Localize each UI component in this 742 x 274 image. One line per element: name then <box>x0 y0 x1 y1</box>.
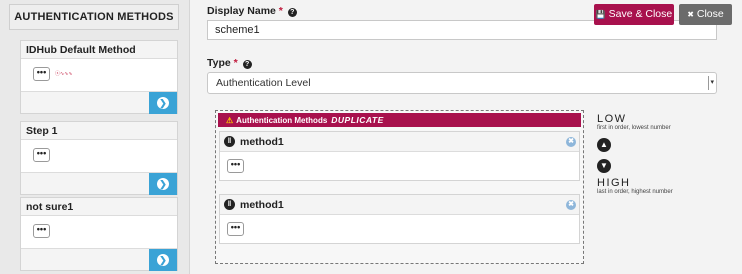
warning-icon: ⚠ <box>226 116 234 125</box>
save-close-label: Save & Close <box>608 8 673 20</box>
svg-text:ⓢ∿∿∿: ⓢ∿∿∿ <box>55 70 73 76</box>
selected-method-card[interactable]: ‖ method1 ✖ ••• <box>219 131 580 181</box>
more-options-button[interactable]: ••• <box>33 67 50 81</box>
type-select[interactable]: Authentication Level ▾ <box>207 72 717 94</box>
chevron-right-icon: ❯ <box>157 97 169 109</box>
method-card-idhub-default[interactable]: IDHub Default Method ••• ⓢ∿∿∿ ❯ <box>20 40 178 114</box>
duplicate-flag: DUPLICATE <box>331 115 384 125</box>
chevron-up-icon: ▲ <box>600 140 608 149</box>
method-card-step-1[interactable]: Step 1 ••• ❯ <box>20 121 178 195</box>
required-marker: * <box>278 5 283 17</box>
move-up-button[interactable]: ▲ <box>597 138 611 152</box>
selected-method-name: method1 <box>240 136 284 148</box>
selected-method-card[interactable]: ‖ method1 ✖ ••• <box>219 194 580 244</box>
selected-methods-dropzone[interactable]: ⚠ Authentication Methods DUPLICATE ‖ metho… <box>215 110 584 264</box>
required-marker: * <box>233 57 238 69</box>
help-icon[interactable]: ? <box>242 60 252 69</box>
method-card-footer: ❯ <box>21 172 177 195</box>
add-method-button[interactable]: ❯ <box>149 173 177 195</box>
more-options-button[interactable]: ••• <box>33 224 50 238</box>
method-card-title: Step 1 <box>21 122 177 140</box>
close-icon: ✖ <box>687 10 694 19</box>
chevron-down-icon: ▾ <box>708 76 714 90</box>
method-card-footer: ❯ <box>21 91 177 114</box>
duplicate-warning-banner: ⚠ Authentication Methods DUPLICATE <box>218 113 581 127</box>
method-logo-icon: ⓢ∿∿∿ <box>55 70 73 76</box>
close-button[interactable]: ✖ Close <box>679 4 732 25</box>
type-select-value: Authentication Level <box>216 77 311 89</box>
display-name-label: Display Name * ? <box>207 5 297 17</box>
method-card-body: ••• <box>21 140 177 172</box>
sidebar-title: AUTHENTICATION METHODS <box>9 4 179 30</box>
method-card-not-sure1[interactable]: not sure1 ••• ❯ <box>20 197 178 271</box>
more-options-button[interactable]: ••• <box>227 222 244 236</box>
remove-icon[interactable]: ✖ <box>566 137 576 147</box>
order-high-label: HIGH <box>597 177 631 189</box>
selected-method-body: ••• <box>220 152 579 180</box>
method-card-title: IDHub Default Method <box>21 41 177 59</box>
method-card-footer: ❯ <box>21 248 177 271</box>
order-low-hint: first in order, lowest number <box>597 125 671 131</box>
type-label-text: Type <box>207 57 231 69</box>
chevron-right-icon: ❯ <box>157 254 169 266</box>
chevron-down-icon: ▼ <box>600 161 608 170</box>
display-name-label-text: Display Name <box>207 5 276 17</box>
help-icon[interactable]: ? <box>287 8 297 17</box>
more-options-button[interactable]: ••• <box>227 159 244 173</box>
methods-sidebar: AUTHENTICATION METHODS IDHub Default Met… <box>0 0 190 274</box>
type-label: Type * ? <box>207 57 252 69</box>
drag-handle-icon[interactable]: ‖ <box>224 136 235 147</box>
remove-icon[interactable]: ✖ <box>566 200 576 210</box>
save-icon: 💾 <box>595 10 606 19</box>
order-high-hint: last in order, highest number <box>597 189 673 195</box>
save-close-button[interactable]: 💾 Save & Close <box>594 4 674 25</box>
method-card-body: ••• ⓢ∿∿∿ <box>21 59 177 91</box>
selected-method-body: ••• <box>220 215 579 243</box>
selected-method-header: ‖ method1 ✖ <box>220 195 579 215</box>
method-card-body: ••• <box>21 216 177 248</box>
banner-text: Authentication Methods <box>236 116 328 125</box>
more-options-button[interactable]: ••• <box>33 148 50 162</box>
method-card-title: not sure1 <box>21 198 177 216</box>
add-method-button[interactable]: ❯ <box>149 249 177 271</box>
close-label: Close <box>696 8 724 20</box>
selected-method-header: ‖ method1 ✖ <box>220 132 579 152</box>
order-low-label: LOW <box>597 113 627 125</box>
selected-method-name: method1 <box>240 199 284 211</box>
drag-handle-icon[interactable]: ‖ <box>224 199 235 210</box>
add-method-button[interactable]: ❯ <box>149 92 177 114</box>
move-down-button[interactable]: ▼ <box>597 159 611 173</box>
chevron-right-icon: ❯ <box>157 178 169 190</box>
